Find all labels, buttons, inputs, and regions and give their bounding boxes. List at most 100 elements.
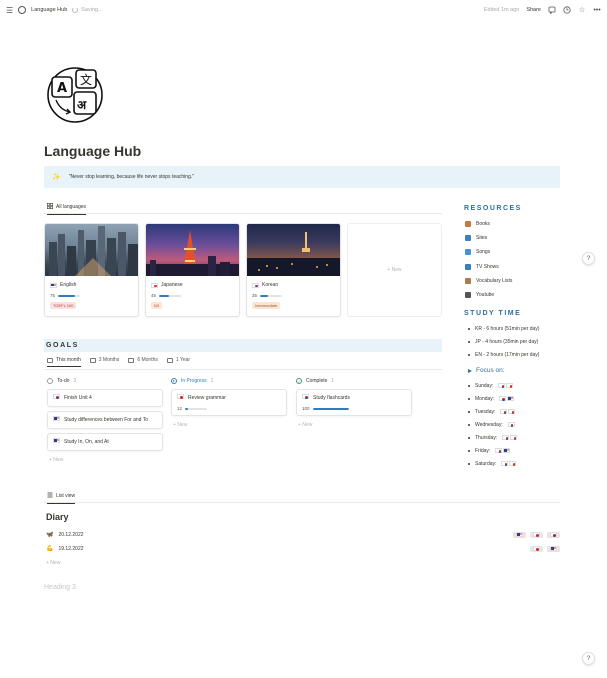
- day-label: Wednesday:: [475, 421, 503, 428]
- language-card-korean[interactable]: Korean 35 Intermediate: [246, 223, 341, 317]
- calendar-icon: [47, 357, 53, 363]
- focus-day: Thursday:: [468, 431, 518, 444]
- card-image-city: [45, 224, 138, 276]
- goal-card[interactable]: Study differences between For and To: [47, 411, 163, 429]
- language-card-english[interactable]: English 75 TOEFL 100: [44, 223, 139, 317]
- camera-icon: [465, 292, 471, 299]
- diary-date: 19.12.2022: [58, 545, 84, 552]
- help-button[interactable]: ?: [582, 252, 595, 265]
- globe-icon: [18, 6, 27, 14]
- tv-icon: [465, 263, 471, 270]
- new-goal-button[interactable]: + New: [296, 422, 412, 428]
- focus-toggle[interactable]: Focus on:: [468, 367, 505, 374]
- tab-this-month[interactable]: This month: [47, 357, 81, 367]
- todo-status-icon: [47, 378, 53, 384]
- flag-group: [501, 461, 517, 466]
- column-header: To-do 3: [47, 377, 163, 385]
- tab-label: All languages: [56, 204, 87, 210]
- progress-bar: [159, 294, 182, 297]
- tab-label: 6 Months: [137, 357, 158, 363]
- more-icon[interactable]: •••: [593, 6, 601, 14]
- resource-item-youtube[interactable]: Youtube: [465, 288, 512, 302]
- diary-title: Diary: [46, 512, 69, 522]
- new-goal-button[interactable]: + New: [47, 457, 163, 463]
- column-count: 1: [210, 378, 214, 384]
- resource-item-songs[interactable]: Songs: [465, 245, 512, 259]
- page-breadcrumb-title[interactable]: Language Hub: [31, 7, 67, 13]
- level-tag: TOEFL 100: [50, 302, 77, 309]
- page-title: Language Hub: [44, 143, 142, 159]
- focus-heading: Focus on:: [476, 367, 505, 374]
- language-name: English: [60, 282, 77, 288]
- language-tag-jp: [530, 545, 543, 552]
- jp-flag-icon: [533, 532, 540, 537]
- language-tag-us: [547, 545, 560, 552]
- help-button[interactable]: ?: [582, 652, 595, 665]
- butterfly-icon: 🦋: [46, 532, 54, 538]
- progress-fill: [260, 294, 268, 297]
- saving-indicator: Saving...: [72, 7, 103, 13]
- study-time-item: JP - 4 hours (35min per day): [468, 335, 539, 348]
- goal-card[interactable]: Review grammar 12: [171, 389, 287, 416]
- focus-day: Tuesday:: [468, 405, 517, 418]
- us-flag-icon: [507, 396, 515, 401]
- goal-card[interactable]: Study flashcards 100: [296, 389, 412, 416]
- jp-flag-icon: [177, 394, 184, 399]
- tab-list-view[interactable]: List view: [47, 492, 76, 504]
- day-label: Sunday:: [475, 382, 494, 389]
- new-diary-button[interactable]: + New: [44, 560, 60, 566]
- spinner-icon: [72, 7, 79, 13]
- language-card-japanese[interactable]: Japanese 45 N3: [145, 223, 240, 317]
- kr-flag-icon: [252, 282, 259, 288]
- resource-item-tv-shows[interactable]: TV Shows: [465, 260, 512, 274]
- diary-row[interactable]: 🦋 20.12.2022: [46, 529, 560, 540]
- list-icon: [47, 492, 53, 500]
- resource-item-books[interactable]: Books: [465, 217, 512, 231]
- new-language-button[interactable]: + New: [347, 223, 442, 317]
- goal-card[interactable]: Finish Unit 4: [47, 389, 163, 407]
- progress-value: 75: [50, 293, 56, 298]
- level-tag: Intermediate: [252, 302, 281, 309]
- focus-day: Sunday:: [468, 379, 517, 392]
- kr-flag-icon: [499, 396, 507, 401]
- goal-title: Study flashcards: [313, 395, 350, 401]
- top-bar: ☰ Language Hub Saving... Edited 1m ago S…: [0, 0, 607, 20]
- focus-day: Saturday:: [468, 457, 517, 470]
- kr-flag-icon: [501, 461, 509, 466]
- clock-icon[interactable]: [563, 6, 571, 14]
- goal-title: Review grammar: [188, 395, 226, 401]
- calendar-icon: [166, 357, 173, 363]
- diary-row[interactable]: 💪 19.12.2022: [46, 543, 560, 554]
- card-image-tokyo: [146, 224, 239, 276]
- tab-6-months[interactable]: 6 Months: [128, 357, 158, 363]
- diary-date: 20.12.2022: [58, 531, 84, 538]
- svg-text:A: A: [57, 81, 67, 96]
- tab-1-year[interactable]: 1 Year: [166, 357, 190, 363]
- goal-card[interactable]: Study In, On, and At: [47, 433, 163, 451]
- kr-flag-icon: [550, 532, 557, 537]
- tab-all-languages[interactable]: All languages: [47, 203, 87, 215]
- svg-text:文: 文: [80, 72, 92, 87]
- resource-label: Vocabulary Lists: [476, 277, 513, 284]
- language-tag-us: [513, 531, 526, 538]
- progress-fill: [159, 294, 169, 297]
- tab-label: This month: [56, 357, 81, 363]
- board-column-todo: To-do 3 Finish Unit 4 Study differences …: [47, 377, 163, 463]
- share-button[interactable]: Share: [526, 7, 541, 13]
- tab-3-months[interactable]: 3 Months: [89, 357, 119, 363]
- goal-title: Study differences between For and To: [64, 417, 149, 423]
- resource-item-vocabulary-lists[interactable]: Vocabulary Lists: [465, 274, 512, 288]
- progress-value: 35: [252, 293, 258, 298]
- kr-flag-icon: [507, 422, 515, 427]
- progress-fill: [185, 407, 188, 410]
- jp-flag-icon: [508, 409, 516, 414]
- us-flag-icon: [53, 416, 60, 421]
- heading-placeholder[interactable]: Heading 3: [44, 584, 76, 591]
- resources-heading: RESOURCES: [464, 205, 522, 212]
- menu-icon[interactable]: ☰: [6, 6, 13, 15]
- comment-icon[interactable]: [548, 6, 556, 14]
- star-icon[interactable]: ☆: [578, 6, 586, 14]
- new-goal-button[interactable]: + New: [171, 422, 287, 428]
- progress-bar: [312, 407, 349, 410]
- resource-item-sites[interactable]: Sites: [465, 231, 512, 245]
